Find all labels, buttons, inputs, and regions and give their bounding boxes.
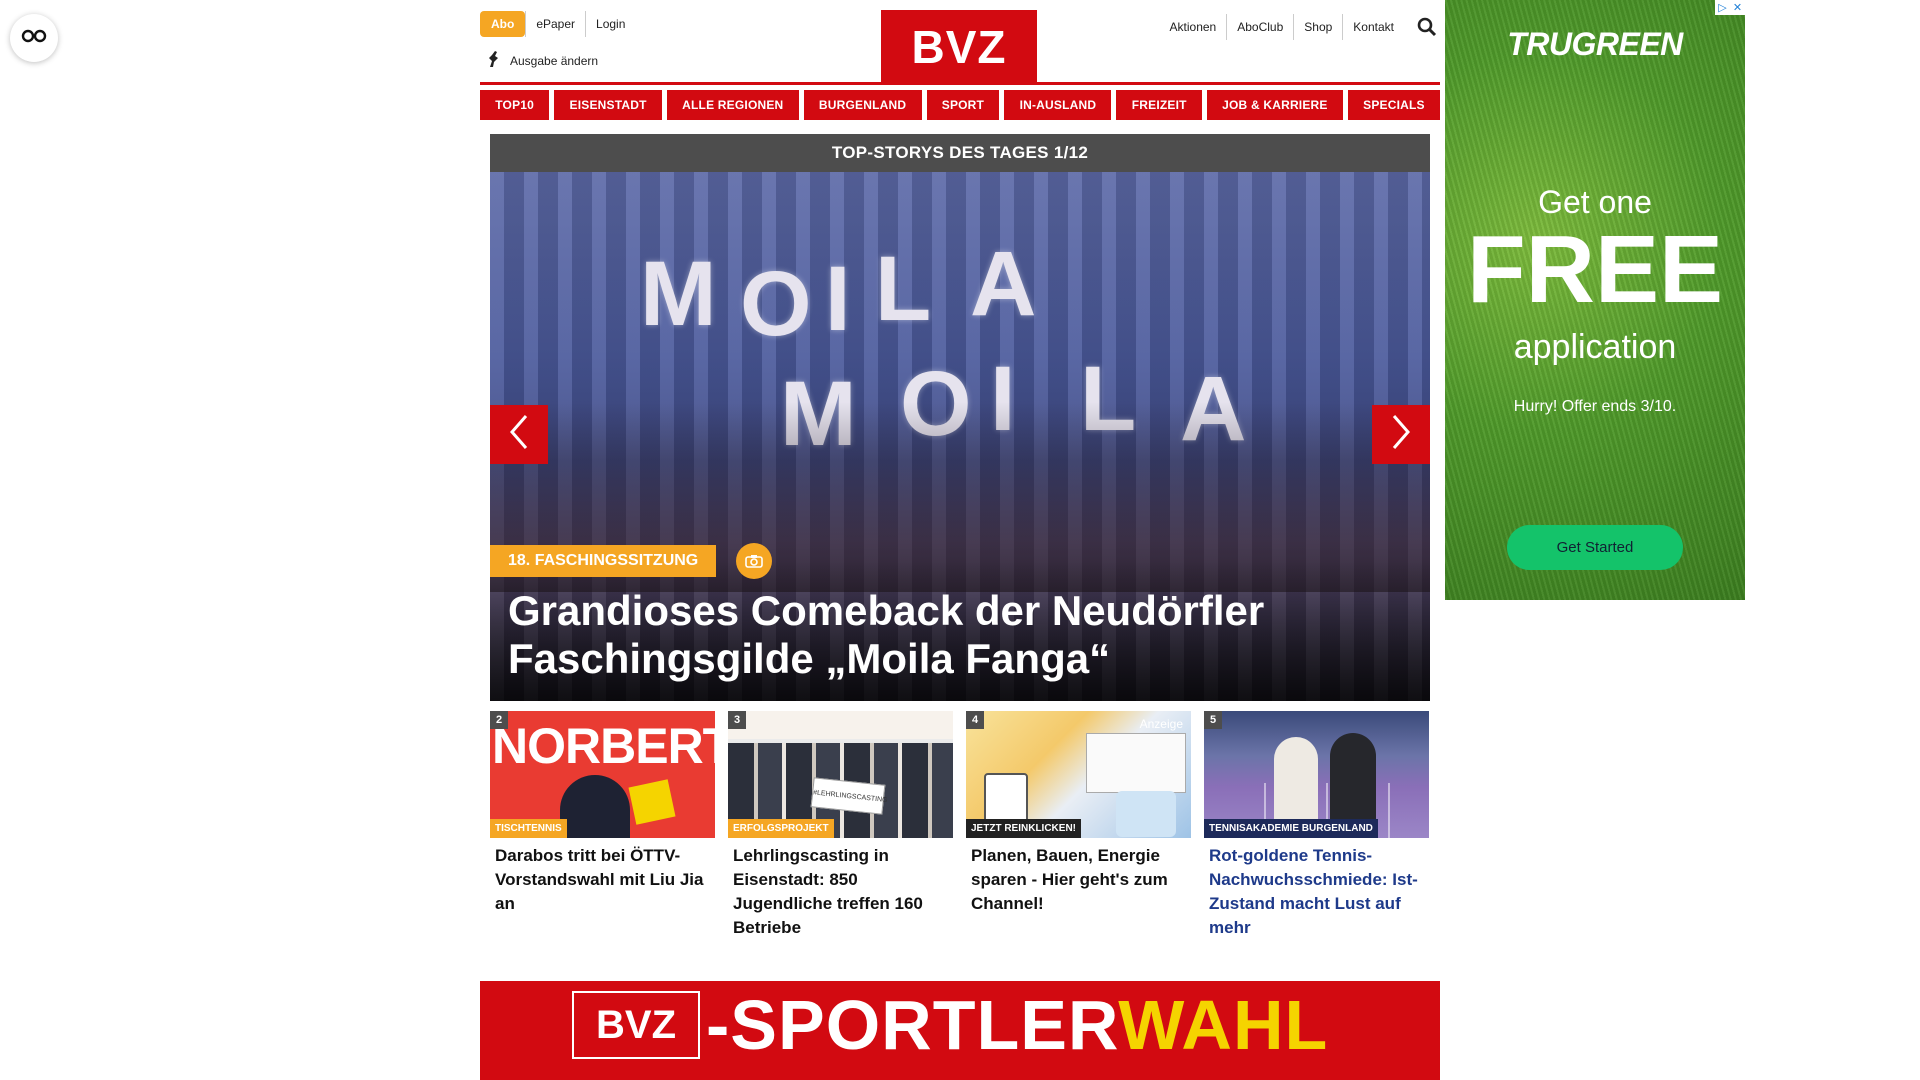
- aktionen-link[interactable]: Aktionen: [1160, 14, 1227, 40]
- teaser-tag: ERFOLGSPROJEKT: [728, 819, 834, 838]
- chevron-left-icon: [508, 414, 530, 455]
- close-icon[interactable]: ✕: [1730, 0, 1745, 15]
- family-figure: [1116, 791, 1176, 837]
- teaser-image[interactable]: 5 TENNISAKADEMIE BURGENLAND: [1204, 711, 1429, 838]
- teaser-title[interactable]: Rot-goldene Tennis-Nachwuchsschmiede: Is…: [1204, 844, 1429, 940]
- banner-title-white: -SPORTLER: [706, 986, 1119, 1064]
- ad-brand: TRUGREEN: [1507, 26, 1683, 62]
- top-right-links: Aktionen AboClub Shop Kontakt: [1160, 14, 1440, 40]
- banner-title: -SPORTLERWAHL: [706, 985, 1328, 1065]
- chevron-right-icon: [1390, 414, 1412, 455]
- nav-sport[interactable]: SPORT: [926, 90, 1000, 120]
- nav-specials[interactable]: SPECIALS: [1347, 90, 1440, 120]
- house-figure: [1086, 733, 1186, 793]
- abo-button[interactable]: Abo: [480, 11, 526, 37]
- sportlerwahl-banner[interactable]: BVZ -SPORTLERWAHL: [480, 981, 1440, 1080]
- casting-sign: #LEHRLINGSCASTING: [810, 777, 888, 815]
- teaser-number: 2: [490, 711, 508, 729]
- top-left-links: Abo ePaper Login: [480, 11, 635, 37]
- teaser-number: 5: [1204, 711, 1222, 729]
- teaser-number: 4: [966, 711, 984, 729]
- trugreen-ad[interactable]: ▷ ✕ TRUGREEN Get one FREE application Hu…: [1445, 0, 1745, 600]
- slider-next-button[interactable]: [1372, 405, 1430, 464]
- slider-prev-button[interactable]: [490, 405, 548, 464]
- teaser-title[interactable]: Darabos tritt bei ÖTTV-Vorstandswahl mit…: [490, 844, 715, 916]
- ad-choices-icon[interactable]: ▷: [1715, 0, 1730, 15]
- teaser-image[interactable]: NORBERT 2 TISCHTENNIS: [490, 711, 715, 838]
- teaser-tag: TISCHTENNIS: [490, 819, 567, 838]
- teaser-title[interactable]: Lehrlingscasting in Eisenstadt: 850 Juge…: [728, 844, 953, 940]
- banner-logo-text: BVZ: [596, 1002, 676, 1047]
- teaser-number: 3: [728, 711, 746, 729]
- region-map-icon: [486, 50, 500, 71]
- aboclub-link[interactable]: AboClub: [1226, 14, 1293, 40]
- site-header: Abo ePaper Login Ausgabe ändern BVZ Akti…: [480, 0, 1440, 84]
- login-link[interactable]: Login: [585, 11, 635, 37]
- teaser-image[interactable]: #LEHRLINGSCASTING 3 ERFOLGSPROJEKT: [728, 711, 953, 838]
- hero-image[interactable]: M O I L A M O I L A 18. FASCHINGSSITZUNG: [490, 172, 1430, 701]
- banner-logo: BVZ: [572, 991, 700, 1059]
- teaser-card[interactable]: #LEHRLINGSCASTING 3 ERFOLGSPROJEKT Lehrl…: [728, 711, 953, 940]
- nav-burgenland[interactable]: BURGENLAND: [803, 90, 922, 120]
- teaser-tag: TENNISAKADEMIE BURGENLAND: [1204, 819, 1378, 838]
- nav-top10[interactable]: TOP10: [480, 90, 550, 120]
- logo-text: BVZ: [911, 21, 1007, 73]
- ausgabe-aendern-link[interactable]: Ausgabe ändern: [486, 50, 598, 71]
- image-text: NORBERT: [492, 718, 715, 774]
- teaser-card[interactable]: NORBERT 2 TISCHTENNIS Darabos tritt bei …: [490, 711, 715, 940]
- teaser-title[interactable]: Planen, Bauen, Energie sparen - Hier geh…: [966, 844, 1191, 916]
- ad-hurry: Hurry! Offer ends 3/10.: [1513, 398, 1677, 415]
- search-icon[interactable]: [1414, 14, 1440, 40]
- get-started-button[interactable]: Get Started: [1507, 525, 1683, 570]
- ad-line2: FREE: [1466, 216, 1724, 323]
- ad-label: Anzeige: [1139, 717, 1183, 731]
- yellow-card: [628, 779, 676, 825]
- teaser-card[interactable]: Anzeige 4 JETZT REINKLICKEN! Planen, Bau…: [966, 711, 1191, 940]
- teaser-image[interactable]: Anzeige 4 JETZT REINKLICKEN!: [966, 711, 1191, 838]
- slider-heading: TOP-STORYS DES TAGES 1/12: [490, 134, 1430, 172]
- main-nav: TOP10 EISENSTADT ALLE REGIONEN BURGENLAN…: [480, 90, 1440, 120]
- event-banner: [728, 711, 953, 739]
- top-stories-slider: TOP-STORYS DES TAGES 1/12 M O I L A M O …: [490, 134, 1430, 701]
- camera-icon[interactable]: [736, 543, 773, 579]
- shop-link[interactable]: Shop: [1293, 14, 1342, 40]
- ausgabe-label: Ausgabe ändern: [510, 53, 599, 68]
- glasses-icon: [21, 29, 47, 48]
- stage-letter: L: [875, 238, 932, 340]
- nav-freizeit[interactable]: FREIZEIT: [1116, 90, 1202, 120]
- epaper-link[interactable]: ePaper: [525, 11, 585, 37]
- teaser-tag: JETZT REINKLICKEN!: [966, 819, 1081, 838]
- person-figure: [560, 775, 630, 838]
- header-divider: [480, 82, 1440, 85]
- nav-eisenstadt[interactable]: EISENSTADT: [554, 90, 662, 120]
- stage-letter: A: [970, 233, 1037, 335]
- kontakt-link[interactable]: Kontakt: [1342, 14, 1404, 40]
- nav-alle-regionen[interactable]: ALLE REGIONEN: [666, 90, 799, 120]
- ad-choices: ▷ ✕: [1715, 0, 1745, 15]
- ad-line3: application: [1513, 328, 1677, 366]
- teaser-row: NORBERT 2 TISCHTENNIS Darabos tritt bei …: [490, 711, 1430, 940]
- bvz-logo[interactable]: BVZ: [881, 10, 1037, 84]
- hero-kicker-row: 18. FASCHINGSSITZUNG: [490, 543, 773, 579]
- accessibility-button[interactable]: [10, 14, 58, 62]
- nav-in-ausland[interactable]: IN-AUSLAND: [1004, 90, 1112, 120]
- stage-letter: I: [825, 248, 851, 350]
- hero-kicker[interactable]: 18. FASCHINGSSITZUNG: [490, 545, 717, 577]
- banner-title-yellow: WAHL: [1118, 986, 1329, 1064]
- hero-headline[interactable]: Grandioses Comeback der Neudörfler Fasch…: [508, 587, 1408, 683]
- stage-letter: O: [740, 253, 812, 355]
- stage-letter: M: [640, 243, 717, 345]
- nav-job-karriere[interactable]: JOB & KARRIERE: [1206, 90, 1343, 120]
- teaser-card[interactable]: 5 TENNISAKADEMIE BURGENLAND Rot-goldene …: [1204, 711, 1429, 940]
